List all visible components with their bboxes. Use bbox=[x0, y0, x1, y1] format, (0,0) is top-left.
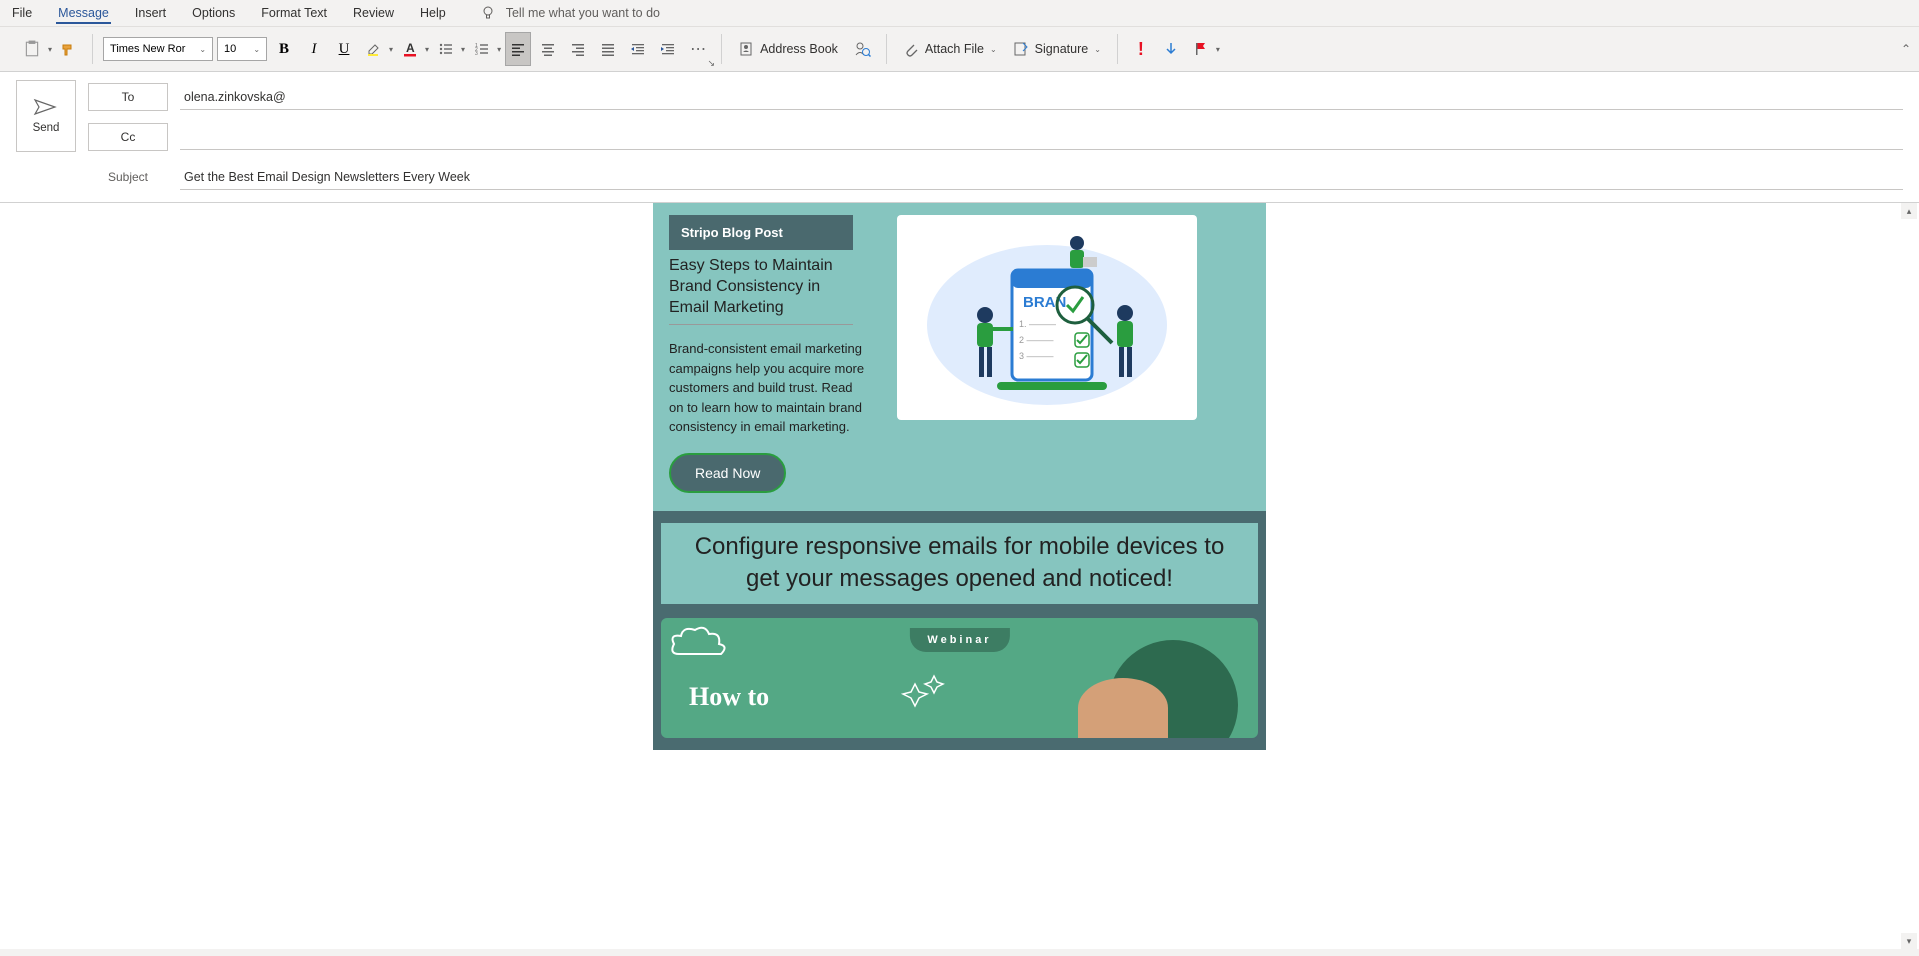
highlight-icon bbox=[366, 41, 382, 57]
chevron-down-icon: ⌄ bbox=[199, 45, 206, 54]
webinar-card: Webinar How to bbox=[661, 618, 1258, 738]
article-body: Brand-consistent email marketing campaig… bbox=[669, 339, 869, 437]
webinar-badge: Webinar bbox=[909, 628, 1009, 652]
section-responsive: Configure responsive emails for mobile d… bbox=[653, 511, 1266, 750]
lightbulb-icon bbox=[480, 5, 496, 21]
to-button[interactable]: To bbox=[88, 83, 168, 111]
align-justify-button[interactable] bbox=[595, 32, 621, 66]
paste-dropdown-icon[interactable]: ▾ bbox=[48, 45, 52, 54]
font-color-icon: A bbox=[402, 41, 418, 57]
scroll-up-button[interactable]: ▴ bbox=[1901, 203, 1917, 219]
high-importance-button[interactable]: ! bbox=[1128, 32, 1154, 66]
menu-bar: File Message Insert Options Format Text … bbox=[0, 0, 1919, 27]
paperclip-icon bbox=[903, 41, 919, 57]
chevron-down-icon[interactable]: ▾ bbox=[425, 45, 429, 54]
format-painter-button[interactable] bbox=[56, 32, 82, 66]
address-book-button[interactable]: Address Book bbox=[732, 32, 844, 66]
align-left-button[interactable] bbox=[505, 32, 531, 66]
numbering-button[interactable]: 123 bbox=[469, 32, 495, 66]
highlight-button[interactable] bbox=[361, 32, 387, 66]
flag-icon bbox=[1193, 41, 1209, 57]
align-center-button[interactable] bbox=[535, 32, 561, 66]
low-importance-button[interactable] bbox=[1158, 32, 1184, 66]
article-title: Easy Steps to Maintain Brand Consistency… bbox=[669, 256, 853, 325]
italic-button[interactable]: I bbox=[301, 32, 327, 66]
increase-indent-icon bbox=[660, 41, 676, 57]
menu-insert[interactable]: Insert bbox=[133, 2, 168, 24]
article-card: Stripo Blog Post Easy Steps to Maintain … bbox=[653, 203, 1266, 511]
align-justify-icon bbox=[600, 41, 616, 57]
chevron-down-icon: ⌄ bbox=[253, 45, 260, 54]
read-now-button[interactable]: Read Now bbox=[669, 453, 786, 493]
webinar-presenter bbox=[1078, 678, 1168, 738]
menu-review[interactable]: Review bbox=[351, 2, 396, 24]
align-left-icon bbox=[510, 41, 526, 57]
font-color-button[interactable]: A bbox=[397, 32, 423, 66]
send-icon bbox=[33, 98, 59, 116]
font-size-select[interactable]: 10 ⌄ bbox=[217, 37, 267, 61]
decrease-indent-icon bbox=[630, 41, 646, 57]
chevron-down-icon: ⌄ bbox=[1094, 45, 1101, 54]
banner-text: Configure responsive emails for mobile d… bbox=[661, 523, 1258, 604]
subject-input[interactable] bbox=[180, 164, 1903, 190]
subject-label: Subject bbox=[88, 170, 168, 184]
send-button[interactable]: Send bbox=[16, 80, 76, 152]
clipboard-icon bbox=[23, 40, 41, 58]
check-names-button[interactable] bbox=[848, 32, 876, 66]
align-center-icon bbox=[540, 41, 556, 57]
svg-text:1. ———: 1. ——— bbox=[1019, 319, 1056, 329]
email-body[interactable]: Stripo Blog Post Easy Steps to Maintain … bbox=[0, 203, 1919, 949]
signature-icon bbox=[1013, 41, 1029, 57]
scroll-down-button[interactable]: ▾ bbox=[1901, 933, 1917, 949]
numbering-icon: 123 bbox=[474, 41, 490, 57]
menu-format-text[interactable]: Format Text bbox=[259, 2, 329, 24]
chevron-down-icon[interactable]: ▾ bbox=[389, 45, 393, 54]
chevron-down-icon: ⌄ bbox=[990, 45, 997, 54]
article-badge: Stripo Blog Post bbox=[669, 215, 853, 250]
bullets-button[interactable] bbox=[433, 32, 459, 66]
follow-up-button[interactable] bbox=[1188, 32, 1214, 66]
format-painter-icon bbox=[61, 41, 77, 57]
chevron-down-icon[interactable]: ▾ bbox=[461, 45, 465, 54]
attach-file-button[interactable]: Attach File ⌄ bbox=[897, 32, 1003, 66]
article-illustration: BRAN 1. ——— 2 ——— 3 ——— bbox=[897, 215, 1197, 420]
cc-button[interactable]: Cc bbox=[88, 123, 168, 151]
check-names-icon bbox=[853, 40, 871, 58]
cloud-doodle-icon bbox=[669, 624, 739, 664]
stars-doodle-icon bbox=[901, 672, 951, 722]
menu-options[interactable]: Options bbox=[190, 2, 237, 24]
align-right-button[interactable] bbox=[565, 32, 591, 66]
decrease-indent-button[interactable] bbox=[625, 32, 651, 66]
menu-help[interactable]: Help bbox=[418, 2, 448, 24]
chevron-down-icon[interactable]: ▾ bbox=[497, 45, 501, 54]
paste-button[interactable] bbox=[18, 32, 46, 66]
font-name-select[interactable]: Times New Ror ⌄ bbox=[103, 37, 213, 61]
underline-button[interactable]: U bbox=[331, 32, 357, 66]
align-right-icon bbox=[570, 41, 586, 57]
menu-file[interactable]: File bbox=[10, 2, 34, 24]
menu-message[interactable]: Message bbox=[56, 2, 111, 24]
svg-text:3: 3 bbox=[475, 51, 478, 57]
signature-button[interactable]: Signature ⌄ bbox=[1007, 32, 1107, 66]
increase-indent-button[interactable] bbox=[655, 32, 681, 66]
svg-text:2 ———: 2 ——— bbox=[1019, 335, 1054, 345]
svg-text:3 ———: 3 ——— bbox=[1019, 351, 1054, 361]
collapse-ribbon-button[interactable]: ⌃ bbox=[1901, 42, 1911, 56]
chevron-down-icon[interactable]: ▾ bbox=[1216, 45, 1220, 54]
arrow-down-icon bbox=[1163, 41, 1179, 57]
tell-me-label: Tell me what you want to do bbox=[506, 6, 660, 20]
cc-input[interactable] bbox=[180, 124, 1903, 150]
webinar-title: How to bbox=[689, 682, 769, 712]
bullets-icon bbox=[438, 41, 454, 57]
address-book-icon bbox=[738, 41, 754, 57]
to-input[interactable] bbox=[180, 84, 1903, 110]
svg-text:A: A bbox=[406, 41, 415, 55]
tell-me-search[interactable]: Tell me what you want to do bbox=[480, 5, 660, 21]
ribbon: ▾ Times New Ror ⌄ 10 ⌄ B I U ▾ A ▾ bbox=[0, 27, 1919, 72]
compose-header: Send To Cc Subject bbox=[0, 72, 1919, 203]
bold-button[interactable]: B bbox=[271, 32, 297, 66]
format-dialog-launcher[interactable]: ↘ bbox=[708, 58, 716, 69]
email-content: Stripo Blog Post Easy Steps to Maintain … bbox=[653, 203, 1266, 750]
scrollbar[interactable]: ▴ ▾ bbox=[1901, 203, 1917, 949]
